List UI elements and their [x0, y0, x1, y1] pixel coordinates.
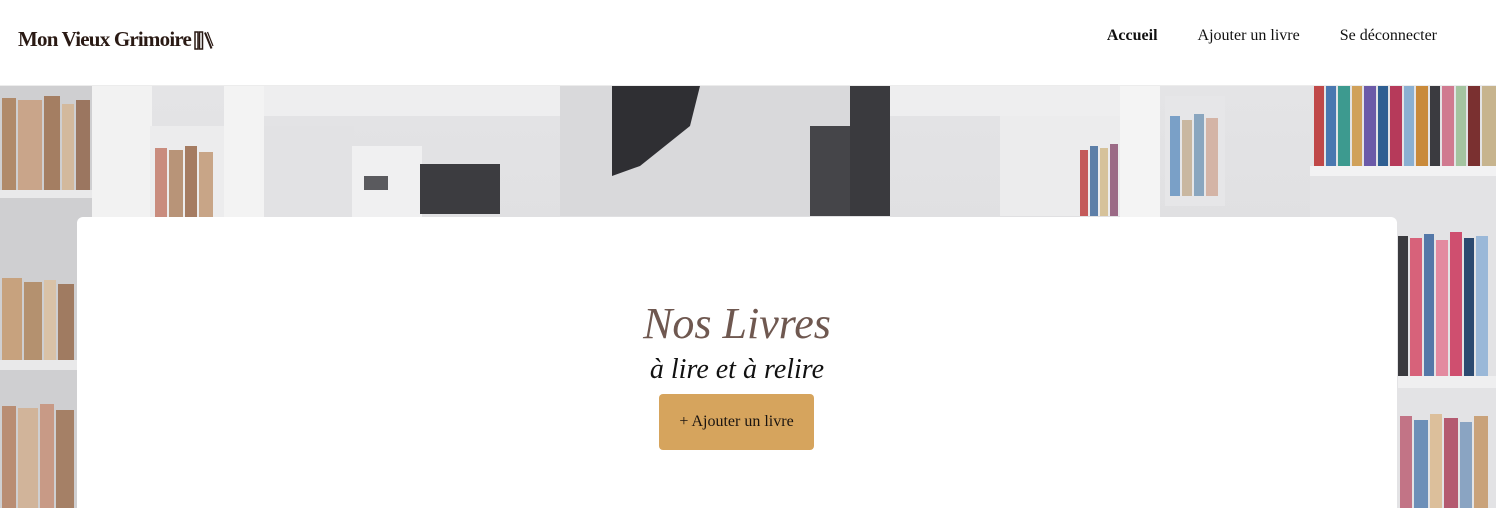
- nav-ajouter-livre[interactable]: Ajouter un livre: [1198, 26, 1300, 46]
- intro-card: Nos Livres à lire et à relire + Ajouter …: [77, 217, 1397, 517]
- page-title: Nos Livres: [643, 299, 831, 348]
- add-book-button[interactable]: + Ajouter un livre: [659, 394, 814, 450]
- main-nav: Accueil Ajouter un livre Se déconnecter: [1067, 26, 1437, 46]
- nav-accueil[interactable]: Accueil: [1107, 26, 1158, 46]
- page-subtitle: à lire et à relire: [649, 354, 825, 385]
- books-icon: [194, 30, 214, 50]
- nav-deconnecter[interactable]: Se déconnecter: [1340, 26, 1437, 46]
- site-header: Mon Vieux Grimoire Accueil Ajouter un li…: [0, 0, 1496, 86]
- logo-link[interactable]: Mon Vieux Grimoire: [18, 27, 214, 52]
- logo-text: Mon Vieux Grimoire: [18, 27, 192, 51]
